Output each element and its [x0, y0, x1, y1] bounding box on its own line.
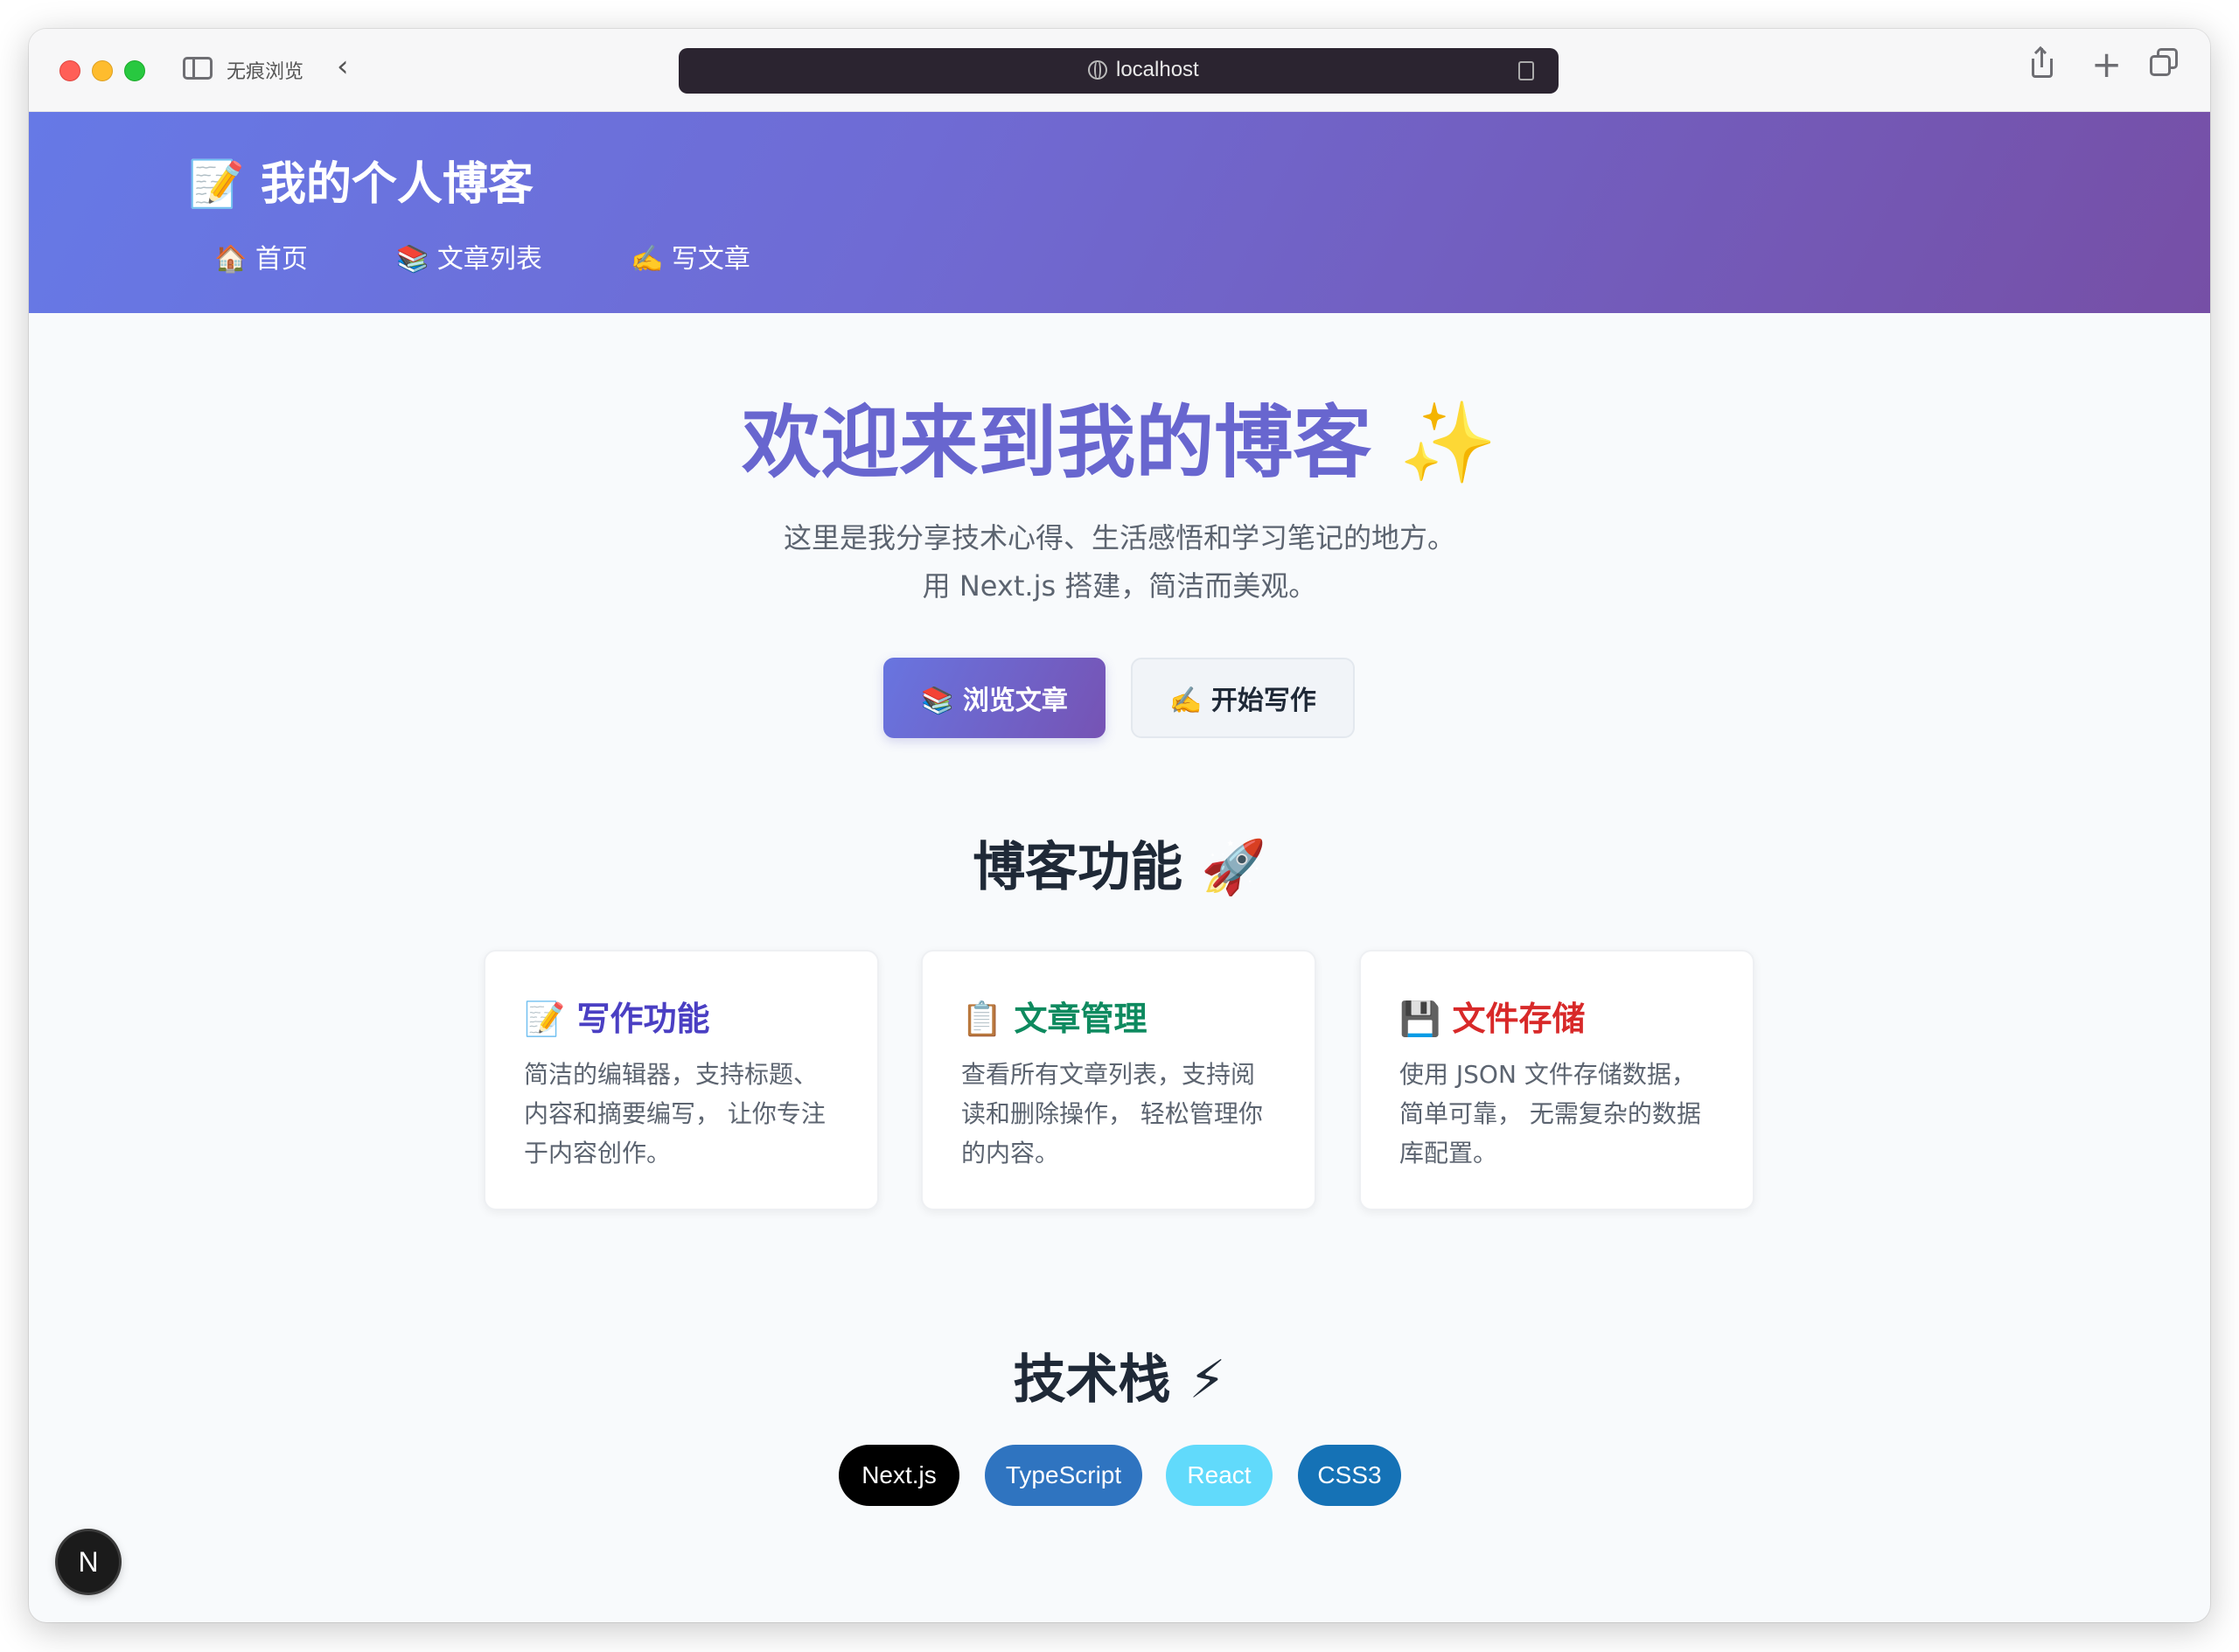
description-line: 查看所有文章列表，支持阅 — [961, 1060, 1256, 1089]
feature-card-description: 简洁的编辑器，支持标题、 内容和摘要编写， 让你专注 于内容创作。 — [524, 1055, 856, 1173]
description-line: 读和删除操作， 轻松管理你 — [961, 1099, 1263, 1128]
feature-card-description: 使用 JSON 文件存储数据， 简单可靠， 无需复杂的数据 库配置。 — [1399, 1055, 1732, 1173]
zoom-window-button[interactable] — [124, 60, 145, 81]
site-header: 📝 我的个人博客 🏠 首页 📚 文章列表 ✍️ 写文章 — [29, 112, 2210, 313]
minimize-window-button[interactable] — [92, 60, 113, 81]
features-section-title: 博客功能 🚀 — [973, 837, 1266, 898]
browser-window: 无痕浏览 ‹ localhost + 📝 我的个人博客 🏠 首页 📚 文章列表 … — [29, 29, 2210, 1622]
feature-card-management: 📋 文章管理 查看所有文章列表，支持阅 读和删除操作， 轻松管理你 的内容。 — [921, 950, 1316, 1210]
description-line: 简单可靠， 无需复杂的数据 — [1399, 1099, 1701, 1128]
address-bar[interactable]: localhost — [679, 48, 1559, 94]
share-icon[interactable] — [2030, 48, 2054, 78]
close-window-button[interactable] — [59, 60, 80, 81]
nextjs-dev-tools-button[interactable]: N — [58, 1531, 119, 1593]
description-line: 于内容创作。 — [524, 1139, 672, 1168]
new-tab-plus-icon[interactable]: + — [2091, 46, 2122, 83]
feature-card-storage: 💾 文件存储 使用 JSON 文件存储数据， 简单可靠， 无需复杂的数据 库配置… — [1359, 950, 1754, 1210]
url-text: localhost — [1116, 58, 1199, 81]
description-line: 内容和摘要编写， 让你专注 — [524, 1099, 826, 1128]
tech-tag-typescript: TypeScript — [985, 1445, 1142, 1506]
description-line: 简洁的编辑器，支持标题、 — [524, 1060, 819, 1089]
private-browsing-label: 无痕浏览 — [227, 61, 304, 83]
back-chevron-icon[interactable]: ‹ — [337, 52, 349, 81]
feature-card-title: 📝 写作功能 — [524, 1000, 710, 1038]
start-writing-button[interactable]: ✍️ 开始写作 — [1131, 658, 1355, 738]
hero-subtitle-line1: 这里是我分享技术心得、生活感悟和学习笔记的地方。 — [783, 521, 1455, 554]
reader-mode-icon[interactable] — [1518, 61, 1534, 80]
hero-subtitle-line2: 用 Next.js 搭建，简洁而美观。 — [922, 569, 1317, 603]
sidebar-toggle-icon[interactable] — [183, 57, 213, 80]
tab-overview-icon[interactable] — [2150, 48, 2180, 78]
nav-home-link[interactable]: 🏠 首页 — [214, 237, 308, 275]
feature-card-title: 📋 文章管理 — [961, 1000, 1147, 1038]
tech-tag-css3: CSS3 — [1298, 1445, 1401, 1506]
tech-tag-react: React — [1166, 1445, 1273, 1506]
feature-card-title: 💾 文件存储 — [1399, 1000, 1586, 1038]
browse-posts-button[interactable]: 📚 浏览文章 — [883, 658, 1106, 738]
tech-tag-nextjs: Next.js — [839, 1445, 959, 1506]
site-title[interactable]: 📝 我的个人博客 — [188, 147, 534, 213]
tech-stack-title: 技术栈 ⚡ — [1013, 1349, 1226, 1411]
feature-card-description: 查看所有文章列表，支持阅 读和删除操作， 轻松管理你 的内容。 — [961, 1055, 1294, 1173]
description-line: 使用 JSON 文件存储数据， — [1399, 1060, 1696, 1089]
hero-title: 欢迎来到我的博客 ✨ — [742, 397, 1497, 489]
nav-posts-link[interactable]: 📚 文章列表 — [396, 237, 542, 275]
nav-write-link[interactable]: ✍️ 写文章 — [631, 237, 750, 275]
globe-icon — [1088, 60, 1107, 80]
browser-toolbar: 无痕浏览 ‹ localhost + — [29, 29, 2210, 112]
description-line: 的内容。 — [961, 1139, 1060, 1168]
description-line: 库配置。 — [1399, 1139, 1498, 1168]
feature-card-writing: 📝 写作功能 简洁的编辑器，支持标题、 内容和摘要编写， 让你专注 于内容创作。 — [484, 950, 879, 1210]
